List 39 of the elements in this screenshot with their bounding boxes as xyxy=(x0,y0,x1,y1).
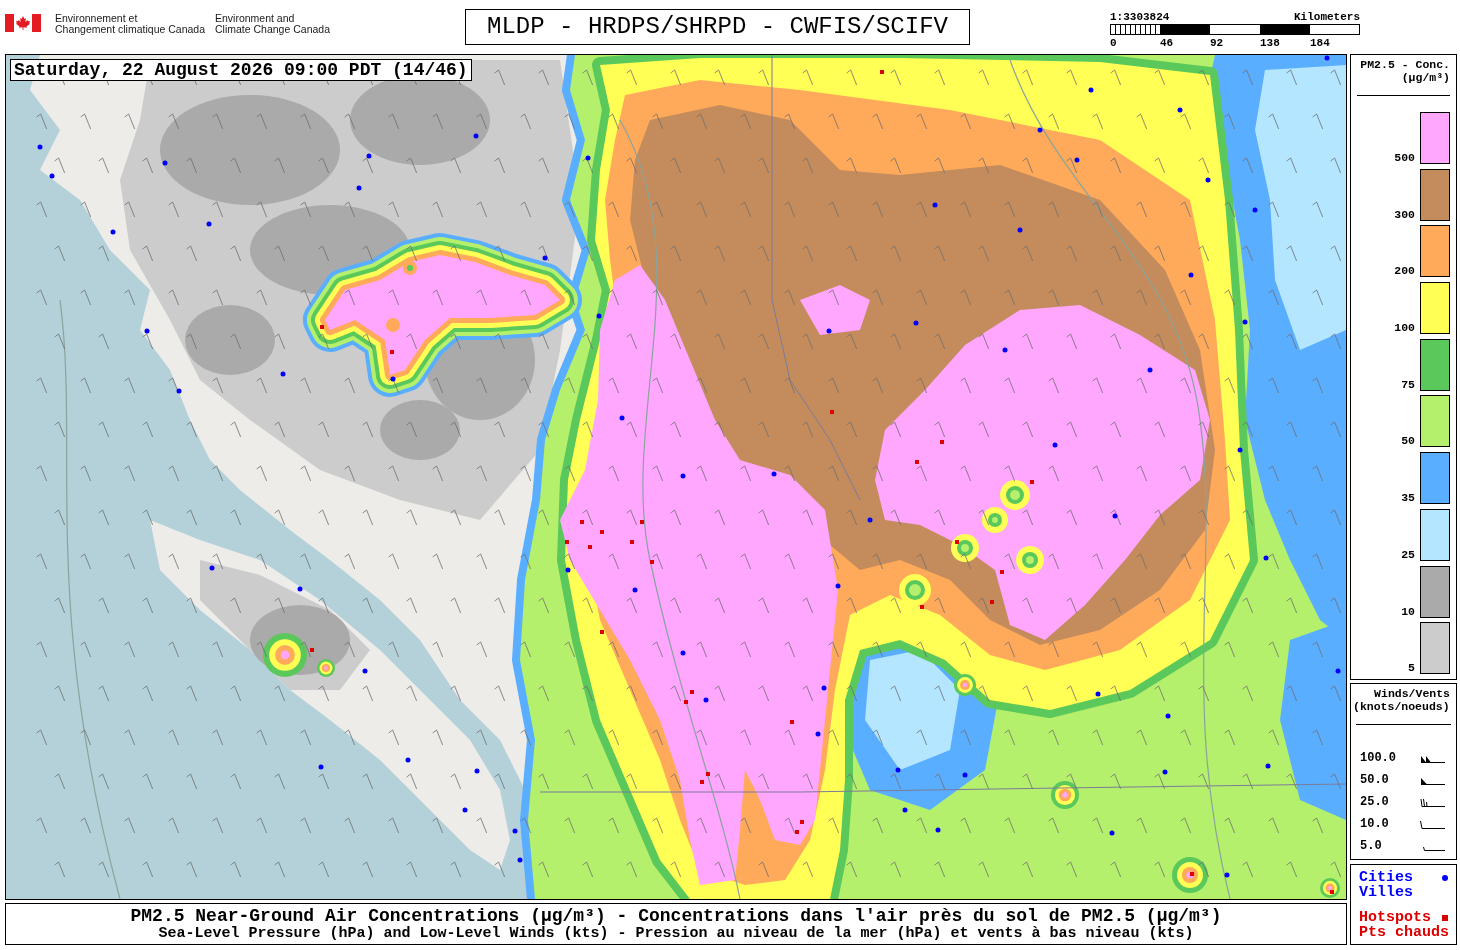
agency-name: Environment and Climate Change Canada xyxy=(215,13,331,35)
scale-tick-label: 92 xyxy=(1210,37,1224,49)
legend-value-label: 500 xyxy=(1394,152,1415,163)
marker-label: Pts chauds xyxy=(1359,925,1449,940)
caption-title: PM2.5 Near-Ground Air Concentrations (µg/m³) - Concentrations dans l'air près du sol de PM2.5 (µg/m³) xyxy=(129,906,1223,926)
legend-value-label: 50 xyxy=(1401,435,1415,447)
legend-unit: (µg/m³) xyxy=(1400,71,1450,84)
marker-label: Villes xyxy=(1359,885,1413,900)
scale-tick-label: 138 xyxy=(1260,37,1280,49)
wind-barb-icon xyxy=(1420,819,1446,829)
canada-flag-icon xyxy=(5,14,41,32)
wind-legend-unit: (knots/noeuds) xyxy=(1353,700,1451,713)
scale-tick-label: 46 xyxy=(1160,37,1174,49)
valid-time-label: Saturday, 22 August 2026 09:00 PDT (14/46) xyxy=(10,59,472,81)
scale-ratio: 1:3303824 xyxy=(1110,12,1170,23)
legend-value-label: 5 xyxy=(1408,662,1415,674)
marker-label: Hotspots xyxy=(1359,910,1431,925)
legend-value-label: 10 xyxy=(1401,605,1415,617)
wind-legend-title: Winds/Vents xyxy=(1373,687,1451,700)
marker-label: Cities xyxy=(1359,870,1413,885)
product-title: MLDP - HRDPS/SHRPD - CWFIS/SCIFV xyxy=(465,9,970,45)
legend-title: PM2.5 - Conc. xyxy=(1359,58,1450,71)
legend-value-label: 75 xyxy=(1401,378,1415,390)
wind-speed-label: 25.0 xyxy=(1360,795,1389,809)
caption-subtitle: Sea-Level Pressure (hPa) and Low-Level Winds (kts) - Pression au niveau de la mer (hPa) et vents à bas niveau (kts) xyxy=(157,926,1195,942)
wind-speed-label: 50.0 xyxy=(1360,773,1389,787)
wind-speed-label: 5.0 xyxy=(1360,839,1382,853)
legend-value-label: 100 xyxy=(1394,322,1415,334)
scale-tick-label: 184 xyxy=(1310,37,1330,49)
wind-speed-label: 100.0 xyxy=(1360,751,1396,765)
scale-unit: Kilometers xyxy=(1294,12,1360,23)
scale-tick-label: 0 xyxy=(1110,37,1117,49)
legend-value-label: 35 xyxy=(1401,492,1415,504)
wind-barb-icon xyxy=(1420,797,1446,807)
legend-value-label: 300 xyxy=(1394,208,1415,220)
legend-value-label: 25 xyxy=(1401,548,1415,560)
legend-value-label: 200 xyxy=(1394,265,1415,277)
wind-speed-label: 10.0 xyxy=(1360,817,1389,831)
agency-name: Environnement et Changement climatique Canada xyxy=(55,13,206,35)
